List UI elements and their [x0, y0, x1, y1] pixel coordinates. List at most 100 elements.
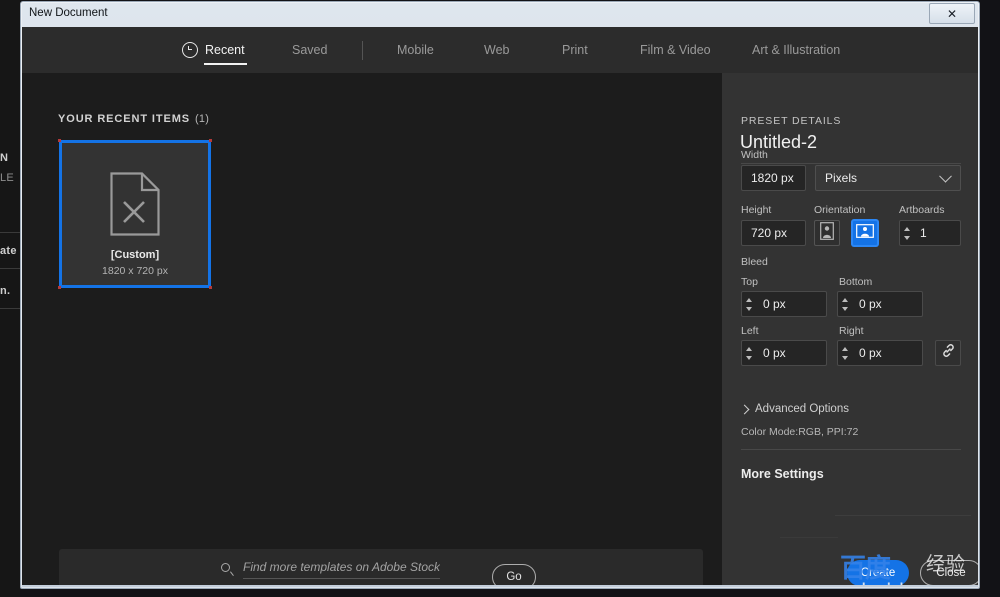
units-select[interactable]: Pixels: [815, 165, 961, 191]
selection-handle: [58, 286, 61, 289]
background-text-fragment: N: [0, 152, 9, 164]
selection-handle: [58, 139, 61, 142]
tab-web[interactable]: Web: [482, 27, 511, 73]
orientation-landscape-button[interactable]: [852, 220, 878, 246]
bleed-left-value: 0 px: [763, 346, 786, 360]
bleed-top-value: 0 px: [763, 297, 786, 311]
bleed-link-button[interactable]: [935, 340, 961, 366]
tab-saved[interactable]: Saved: [290, 27, 329, 73]
tab-label: Recent: [205, 43, 245, 57]
background-text-fragment: LE: [0, 172, 15, 184]
selection-handle: [209, 139, 212, 142]
adobe-stock-search-bar: Go: [59, 549, 703, 585]
stock-search-group: [221, 560, 440, 579]
tab-label: Mobile: [397, 43, 434, 57]
recent-items-pane: YOUR RECENT ITEMS (1) [Custom] 1820 x 72…: [22, 73, 722, 585]
panel-divider: [741, 449, 961, 450]
bleed-top-label: Top: [741, 276, 758, 288]
bleed-bottom-stepper[interactable]: [838, 291, 853, 317]
height-label: Height: [741, 204, 772, 216]
stepper-up-icon: [842, 346, 849, 351]
stepper-down-icon: [746, 355, 753, 361]
tab-art-and-illustration[interactable]: Art & Illustration: [750, 27, 842, 73]
stock-search-go-button[interactable]: Go: [492, 564, 536, 585]
height-input[interactable]: [741, 220, 806, 246]
bleed-left-label: Left: [741, 325, 759, 337]
bleed-label: Bleed: [741, 256, 768, 268]
active-tab-indicator: [204, 63, 247, 65]
window-title: New Document: [29, 7, 108, 19]
section-heading: YOUR RECENT ITEMS (1): [58, 113, 209, 125]
chain-link-icon: [941, 343, 956, 363]
create-button[interactable]: Create: [847, 560, 909, 585]
bleed-right-stepper[interactable]: [838, 340, 853, 366]
stepper-down-icon: [842, 355, 849, 361]
tab-group-divider: [362, 41, 363, 60]
orientation-portrait-button[interactable]: [814, 220, 840, 246]
search-icon: [221, 563, 234, 576]
stepper-up-icon: [842, 297, 849, 302]
width-label: Width: [741, 149, 768, 161]
stepper-down-icon: [842, 306, 849, 312]
color-mode-summary: Color Mode:RGB, PPI:72: [741, 426, 859, 438]
panel-divider: [835, 515, 971, 516]
bleed-left-stepper[interactable]: [742, 340, 757, 366]
tab-print[interactable]: Print: [560, 27, 590, 73]
panel-divider: [780, 537, 838, 538]
bleed-bottom-value: 0 px: [859, 297, 882, 311]
tab-film-and-video[interactable]: Film & Video: [638, 27, 713, 73]
recent-item-card[interactable]: [Custom] 1820 x 720 px: [58, 139, 212, 289]
tab-recent[interactable]: Recent: [180, 27, 247, 73]
panel-divider: [741, 163, 961, 164]
section-heading-label: YOUR RECENT ITEMS: [58, 113, 191, 125]
background-rule: [0, 232, 20, 233]
section-heading-count: (1): [195, 113, 210, 125]
units-select-value: Pixels: [825, 171, 858, 185]
portrait-orientation-icon: [820, 221, 834, 245]
stepper-up-icon: [904, 226, 911, 231]
stepper-up-icon: [746, 346, 753, 351]
artboards-field[interactable]: 1: [899, 220, 961, 246]
clock-icon: [182, 42, 198, 58]
window-close-icon: ✕: [946, 6, 958, 21]
background-text-fragment: n.: [0, 285, 11, 297]
window-close-button[interactable]: ✕: [929, 3, 975, 24]
artboards-label: Artboards: [899, 204, 945, 216]
tab-label: Art & Illustration: [752, 43, 841, 57]
os-window: New Document ✕ Recent Saved Mobile Web P…: [20, 1, 980, 589]
width-input[interactable]: [741, 165, 806, 191]
stepper-up-icon: [746, 297, 753, 302]
advanced-options-label: Advanced Options: [755, 403, 849, 415]
tab-label: Print: [562, 43, 588, 57]
bleed-right-field[interactable]: 0 px: [837, 340, 923, 366]
bleed-top-stepper[interactable]: [742, 291, 757, 317]
bleed-left-field[interactable]: 0 px: [741, 340, 827, 366]
advanced-options-toggle[interactable]: Advanced Options: [739, 403, 849, 415]
tab-mobile[interactable]: Mobile: [395, 27, 436, 73]
window-titlebar[interactable]: New Document ✕: [21, 2, 979, 26]
more-settings-label: More Settings: [741, 467, 824, 481]
background-rule: [0, 308, 20, 309]
recent-item-name: [Custom]: [110, 249, 160, 261]
desktop-background-strip: N LE ate n.: [0, 0, 20, 597]
background-text-fragment: ate: [0, 245, 17, 257]
close-dialog-button[interactable]: Close: [920, 560, 978, 585]
new-document-dialog: Recent Saved Mobile Web Print Film & Vid…: [22, 27, 978, 585]
chevron-right-icon: [739, 404, 750, 414]
tab-label: Web: [484, 43, 510, 57]
recent-item-size: 1820 x 720 px: [102, 265, 168, 277]
selection-handle: [209, 286, 212, 289]
bleed-right-value: 0 px: [859, 346, 882, 360]
recent-item-thumbnail: [62, 161, 208, 247]
stepper-down-icon: [746, 306, 753, 312]
orientation-label: Orientation: [814, 204, 866, 216]
document-name-input[interactable]: [740, 132, 962, 159]
bleed-right-label: Right: [839, 325, 864, 337]
bleed-top-field[interactable]: 0 px: [741, 291, 827, 317]
artboards-stepper[interactable]: [900, 220, 915, 246]
bleed-bottom-field[interactable]: 0 px: [837, 291, 923, 317]
preset-details-heading: PRESET DETAILS: [741, 115, 842, 127]
stock-search-input[interactable]: [243, 560, 440, 579]
background-rule: [0, 268, 20, 269]
artboards-value: 1: [920, 226, 927, 240]
